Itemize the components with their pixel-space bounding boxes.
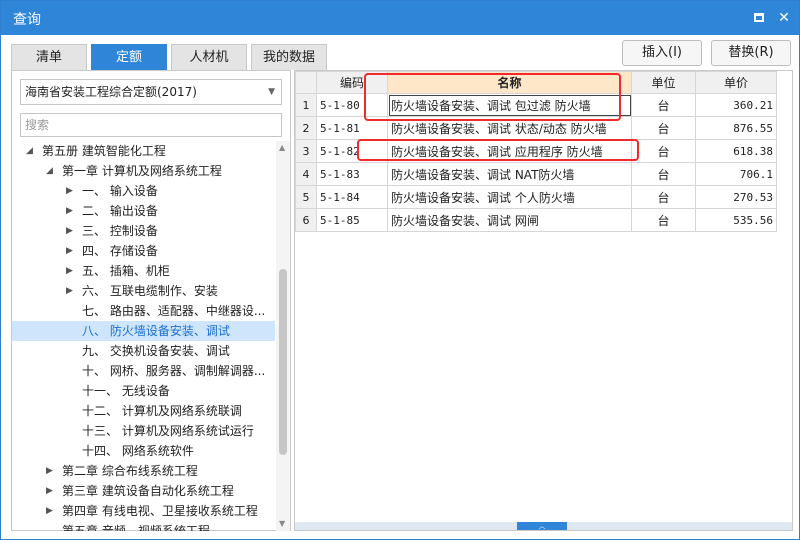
tab-quota[interactable]: 定额 — [91, 44, 167, 70]
library-select[interactable]: 海南省安装工程综合定额(2017) ▼ — [20, 79, 282, 105]
title-bar[interactable]: 查询 ✕ — [1, 1, 799, 35]
collapsed-arrow-icon[interactable]: ▶ — [66, 281, 76, 301]
tree-item-selected[interactable]: 八、 防火墙设备安装、调试 — [12, 321, 275, 341]
red-highlight-box — [364, 73, 621, 121]
tree-item[interactable]: ▶ 六、 互联电缆制作、安装 — [12, 281, 275, 301]
tab-my-data[interactable]: 我的数据 — [251, 44, 327, 70]
collapsed-arrow-icon[interactable]: ▶ — [66, 241, 76, 261]
left-panel: 海南省安装工程综合定额(2017) ▼ ◢ 第五册 建筑智能化工程 ◢ 第一章 … — [11, 70, 291, 531]
tree-scrollbar[interactable]: ▲ ▼ — [276, 141, 290, 531]
window-title: 查询 — [13, 12, 41, 28]
tree-item[interactable]: 第五章 音频、视频系统工程 — [12, 521, 275, 531]
close-icon: ✕ — [778, 10, 790, 26]
insert-button[interactable]: 插入(I) — [622, 40, 702, 66]
grid-splitter[interactable]: ︿ — [295, 522, 792, 530]
collapsed-arrow-icon[interactable]: ▶ — [66, 181, 76, 201]
query-window: 查询 ✕ 清单 定额 人材机 我的数据 插入(I) 替换(R) 海南省安装工程综… — [0, 0, 800, 540]
maximize-icon — [754, 13, 764, 22]
tree-item[interactable]: ▶ 二、 输出设备 — [12, 201, 275, 221]
table-row[interactable]: 6 5-1-85 防火墙设备安装、调试 网闸 台 535.56 — [295, 208, 777, 232]
collapsed-arrow-icon[interactable]: ▶ — [66, 221, 76, 241]
table-row[interactable]: 4 5-1-83 防火墙设备安装、调试 NAT防火墙 台 706.1 — [295, 162, 777, 186]
search-input[interactable] — [20, 113, 282, 137]
close-button[interactable]: ✕ — [774, 8, 794, 28]
scrollbar-thumb[interactable] — [279, 269, 287, 455]
tree-item[interactable]: 十四、 网络系统软件 — [12, 441, 275, 461]
tree-item[interactable]: ▶ 五、 插箱、机柜 — [12, 261, 275, 281]
replace-button[interactable]: 替换(R) — [711, 40, 791, 66]
tree-item[interactable]: 十、 网桥、服务器、调制解调器... — [12, 361, 275, 381]
header-price[interactable]: 单价 — [695, 71, 777, 94]
header-rownum — [295, 71, 317, 94]
tree-item[interactable]: 十二、 计算机及网络系统联调 — [12, 401, 275, 421]
scroll-up-icon[interactable]: ▲ — [279, 143, 285, 152]
library-select-value: 海南省安装工程综合定额(2017) — [25, 85, 197, 99]
maximize-button[interactable] — [749, 8, 769, 28]
tree-item[interactable]: ▶ 一、 输入设备 — [12, 181, 275, 201]
tree-item[interactable]: 十一、 无线设备 — [12, 381, 275, 401]
expanded-arrow-icon[interactable]: ◢ — [46, 161, 56, 181]
table-row[interactable]: 5 5-1-84 防火墙设备安装、调试 个人防火墙 台 270.53 — [295, 185, 777, 209]
tab-materials[interactable]: 人材机 — [171, 44, 247, 70]
tree-item[interactable]: ◢ 第一章 计算机及网络系统工程 — [12, 161, 275, 181]
tree-item[interactable]: ▶ 三、 控制设备 — [12, 221, 275, 241]
collapsed-arrow-icon[interactable]: ▶ — [66, 261, 76, 281]
chevron-down-icon: ▼ — [268, 87, 275, 97]
tree-item[interactable]: 九、 交换机设备安装、调试 — [12, 341, 275, 361]
results-grid-panel: 编码 名称 单位 单价 1 5-1-80 防火墙设备安装、调试 包过滤 防火墙 … — [294, 70, 793, 531]
collapsed-arrow-icon[interactable]: ▶ — [46, 461, 56, 481]
tree-item[interactable]: ▶ 第二章 综合布线系统工程 — [12, 461, 275, 481]
quota-tree: ◢ 第五册 建筑智能化工程 ◢ 第一章 计算机及网络系统工程 ▶ 一、 输入设备… — [12, 141, 275, 531]
tree-item[interactable]: ▶ 四、 存储设备 — [12, 241, 275, 261]
scroll-down-icon[interactable]: ▼ — [279, 519, 285, 528]
expanded-arrow-icon[interactable]: ◢ — [26, 141, 36, 161]
tree-item[interactable]: 七、 路由器、适配器、中继器设... — [12, 301, 275, 321]
red-highlight-box — [357, 139, 639, 161]
collapsed-arrow-icon[interactable]: ▶ — [46, 481, 56, 501]
tree-item[interactable]: ▶ 第四章 有线电视、卫星接收系统工程 — [12, 501, 275, 521]
collapsed-arrow-icon[interactable]: ▶ — [46, 501, 56, 521]
tree-item[interactable]: ◢ 第五册 建筑智能化工程 — [12, 141, 275, 161]
tree-item[interactable]: 十三、 计算机及网络系统试运行 — [12, 421, 275, 441]
collapsed-arrow-icon[interactable]: ▶ — [66, 201, 76, 221]
splitter-grip-icon[interactable]: ︿ — [517, 522, 567, 530]
tab-bill[interactable]: 清单 — [11, 44, 87, 70]
header-unit[interactable]: 单位 — [631, 71, 696, 94]
tree-item[interactable]: ▶ 第三章 建筑设备自动化系统工程 — [12, 481, 275, 501]
